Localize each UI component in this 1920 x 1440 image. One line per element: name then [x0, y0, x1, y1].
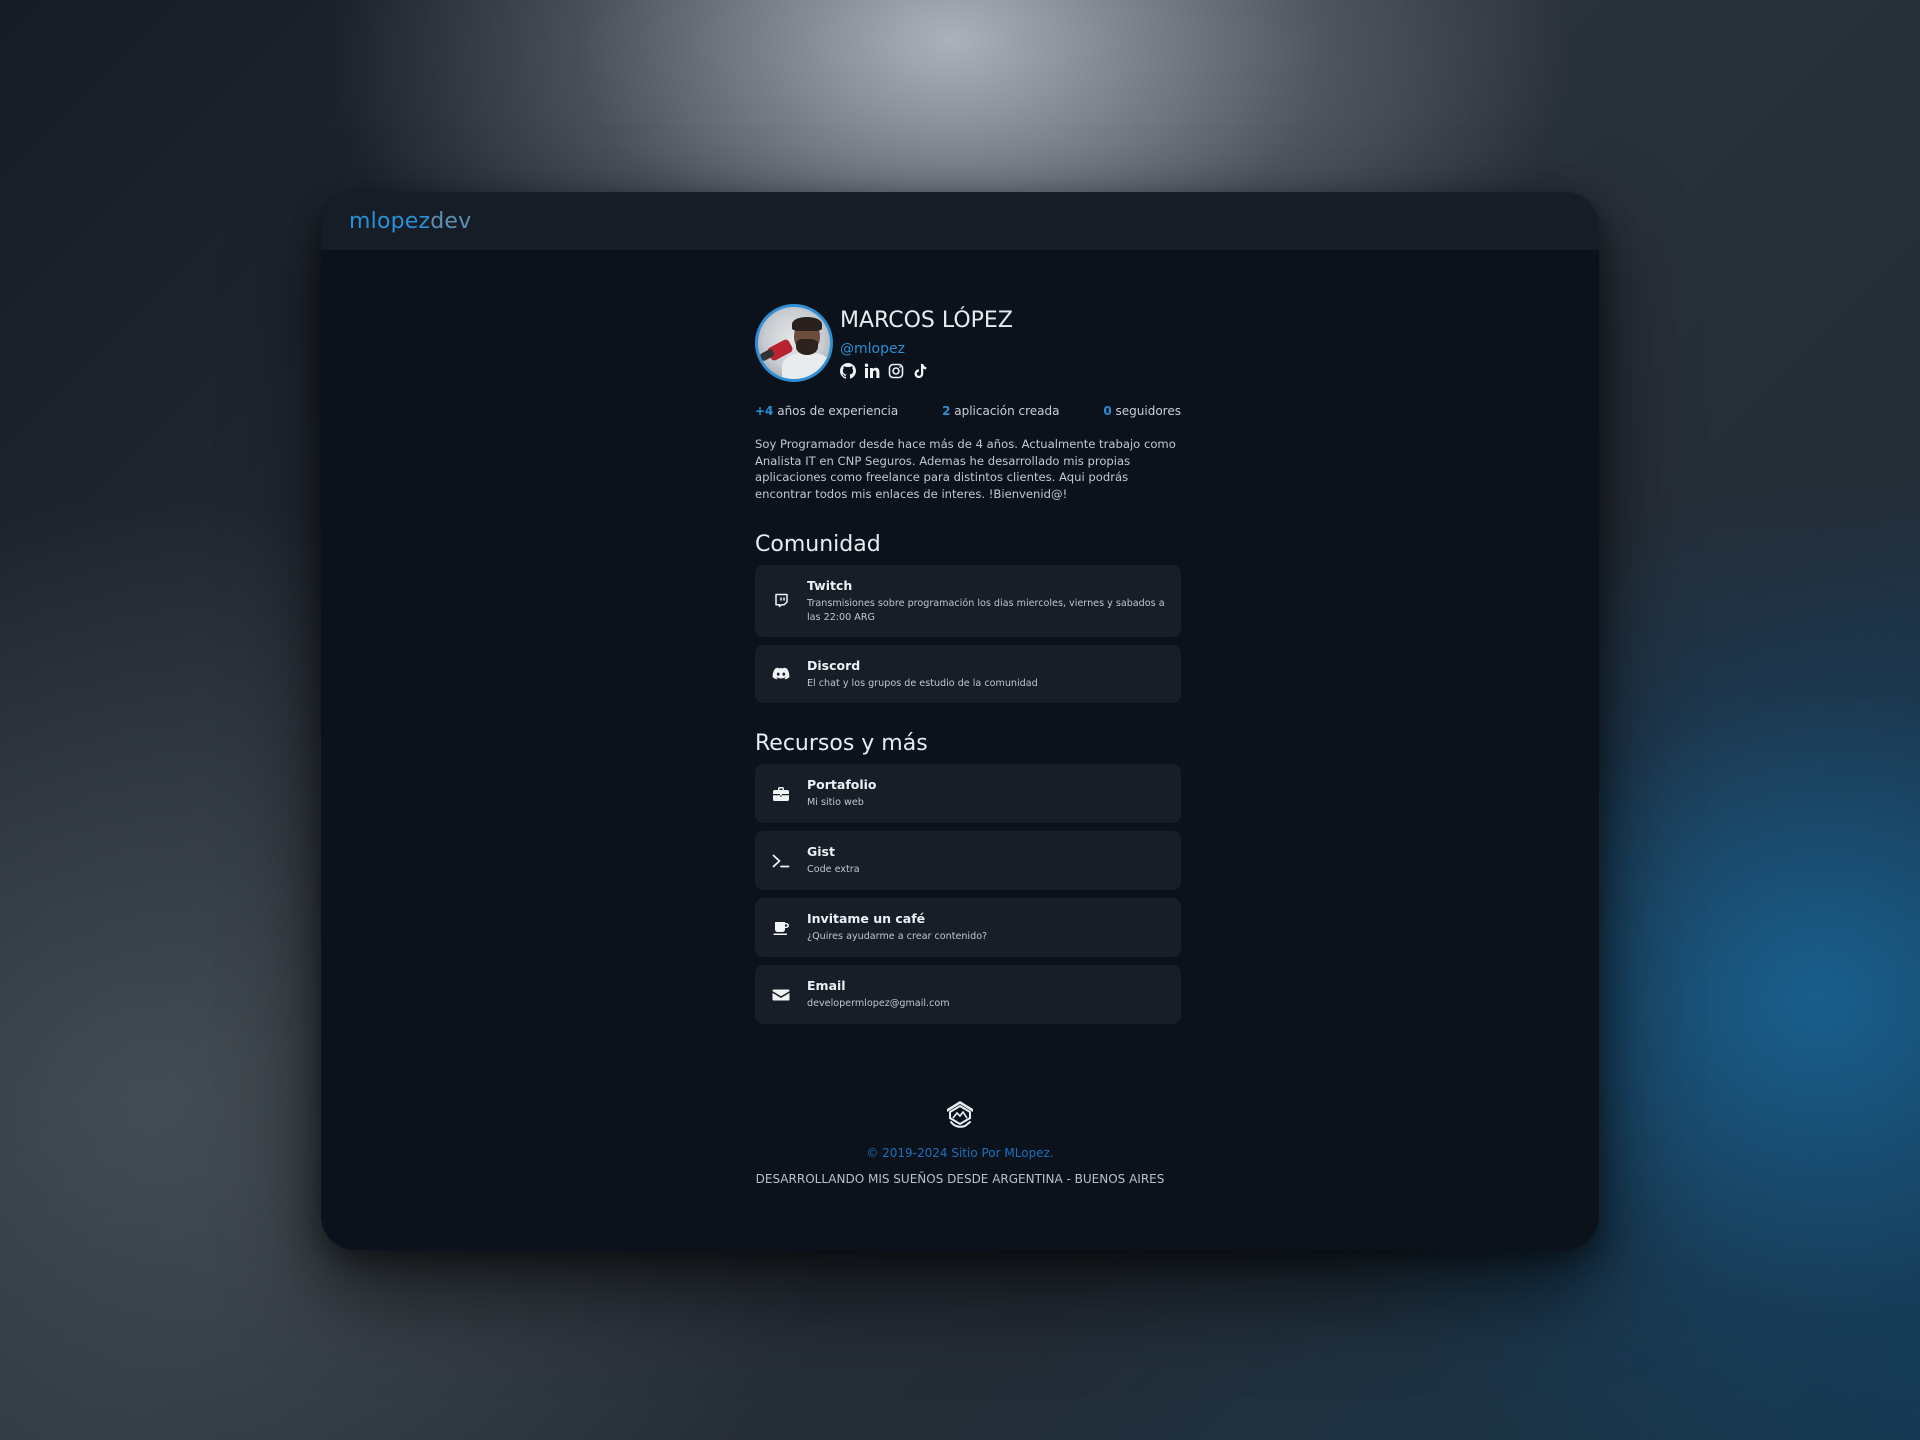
link-card-desc: Transmisiones sobre programación los dia…	[807, 597, 1165, 623]
stat-experience: +4 años de experiencia	[755, 404, 898, 418]
link-card-email[interactable]: Email developermlopez@gmail.com	[755, 965, 1181, 1025]
github-icon[interactable]	[840, 363, 856, 379]
brand-logo-part2: dev	[430, 208, 472, 234]
link-card-desc: Code extra	[807, 864, 860, 876]
link-card-title: Invitame un café	[807, 911, 926, 927]
main-content: MARCOS LÓPEZ @mlopez +4 años de experien…	[755, 304, 1181, 1032]
footer: © 2019-2024 Sitio Por MLopez. DESARROLLA…	[321, 1098, 1599, 1186]
social-links	[840, 363, 1013, 379]
footer-copyright[interactable]: © 2019-2024 Sitio Por MLopez.	[321, 1146, 1599, 1160]
navbar: mlopezdev	[321, 192, 1599, 250]
profile-name: MARCOS LÓPEZ	[840, 308, 1013, 333]
bio-text: Soy Programador desde hace más de 4 años…	[755, 437, 1176, 501]
profile-header: MARCOS LÓPEZ @mlopez	[755, 304, 1181, 382]
email-icon	[769, 983, 793, 1007]
link-card-desc: El chat y los grupos de estudio de la co…	[807, 677, 1038, 689]
section-title-recursos: Recursos y más	[755, 731, 928, 757]
section-title-comunidad: Comunidad	[755, 532, 881, 558]
stats-row: +4 años de experiencia 2 aplicación crea…	[755, 404, 1181, 418]
browser-window: mlopezdev MARCOS LÓPEZ @mlopez +4 años d…	[321, 192, 1599, 1250]
link-card-twitch[interactable]: Twitch Transmisiones sobre programación …	[755, 565, 1181, 638]
link-card-title: Portafolio	[807, 777, 877, 793]
stat-experience-label: años de experiencia	[773, 404, 899, 418]
link-card-title: Email	[807, 978, 846, 994]
footer-logo-icon	[947, 1101, 973, 1128]
link-card-desc: developermlopez@gmail.com	[807, 998, 950, 1010]
link-card-desc: Mi sitio web	[807, 797, 864, 809]
stat-followers: 0 seguidores	[1103, 404, 1181, 418]
stat-followers-label: seguidores	[1111, 404, 1181, 418]
link-card-cafe[interactable]: Invitame un café ¿Quires ayudarme a crea…	[755, 898, 1181, 958]
footer-slogan: DESARROLLANDO MIS SUEÑOS DESDE ARGENTINA…	[755, 1172, 1165, 1186]
stat-experience-number: +4	[755, 404, 774, 418]
link-card-discord[interactable]: Discord El chat y los grupos de estudio …	[755, 645, 1181, 704]
terminal-icon	[769, 849, 793, 873]
brand-logo[interactable]: mlopezdev	[349, 209, 471, 234]
link-card-desc: ¿Quires ayudarme a crear contenido?	[807, 931, 988, 943]
profile-handle[interactable]: @mlopez	[840, 341, 1013, 357]
discord-icon	[769, 662, 793, 686]
stat-apps-label: aplicación creada	[950, 404, 1060, 418]
link-card-portafolio[interactable]: Portafolio Mi sitio web	[755, 764, 1181, 824]
linkedin-icon[interactable]	[864, 363, 880, 379]
avatar	[755, 304, 833, 382]
link-card-gist[interactable]: Gist Code extra	[755, 831, 1181, 891]
briefcase-icon	[769, 782, 793, 806]
instagram-icon[interactable]	[888, 363, 904, 379]
stat-apps: 2 aplicación creada	[942, 404, 1059, 418]
tiktok-icon[interactable]	[912, 363, 928, 379]
brand-logo-part1: mlopez	[349, 208, 431, 234]
link-card-title: Twitch	[807, 577, 853, 593]
link-card-title: Discord	[807, 657, 861, 673]
coffee-icon	[769, 916, 793, 940]
twitch-icon	[769, 589, 793, 613]
stat-followers-number: 0	[1103, 404, 1112, 418]
link-card-title: Gist	[807, 844, 835, 860]
